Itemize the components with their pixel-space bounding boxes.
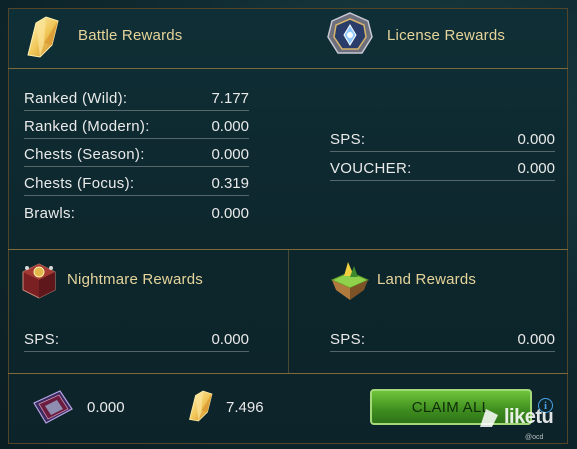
battle-row-chests-focus: Chests (Focus): 0.319 (24, 170, 249, 196)
row-label: SPS: (330, 131, 366, 148)
row-label: Brawls: (24, 204, 76, 222)
voucher-card-icon (33, 390, 73, 424)
row-label: Chests (Focus): (24, 175, 135, 192)
footer-divider (8, 373, 568, 374)
battle-rewards-title: Battle Rewards (78, 27, 183, 44)
row-label: Chests (Season): (24, 146, 145, 163)
battle-row-ranked-modern: Ranked (Modern): 0.000 (24, 113, 249, 139)
row-label: SPS: (24, 331, 60, 348)
rewards-panel (8, 8, 568, 444)
liketu-logo-icon (480, 408, 498, 427)
sps-crystal-icon (27, 16, 59, 58)
row-value: 0.000 (211, 146, 249, 163)
land-rewards-title: Land Rewards (377, 271, 477, 288)
sps-total: 7.496 (226, 399, 264, 416)
land-row-sps: SPS: 0.000 (330, 326, 555, 352)
liketu-watermark: liketu (478, 406, 554, 429)
license-row-voucher: VOUCHER: 0.000 (330, 155, 555, 181)
row-value: 0.000 (211, 331, 249, 348)
row-label: Ranked (Modern): (24, 118, 150, 135)
nightmare-rewards-title: Nightmare Rewards (67, 271, 203, 288)
row-label: VOUCHER: (330, 160, 412, 177)
row-value: 0.319 (211, 175, 249, 192)
battle-row-ranked-wild: Ranked (Wild): 7.177 (24, 85, 249, 111)
voucher-total: 0.000 (87, 399, 125, 416)
license-rewards-title: License Rewards (387, 27, 506, 44)
watermark-text: liketu (504, 406, 554, 428)
battle-row-chests-season: Chests (Season): 0.000 (24, 141, 249, 167)
nightmare-row-sps: SPS: 0.000 (24, 326, 249, 352)
row-value: 0.000 (517, 131, 555, 148)
sps-crystal-icon (189, 390, 213, 422)
row-value: 0.000 (211, 118, 249, 135)
nightmare-chest-icon (22, 263, 56, 299)
license-emblem-icon (327, 12, 373, 54)
lower-column-divider (288, 249, 289, 373)
battle-row-brawls: Brawls: 0.000 (24, 199, 249, 225)
land-island-icon (330, 262, 370, 300)
row-value: 0.000 (211, 204, 249, 222)
row-value: 7.177 (211, 90, 249, 107)
row-value: 0.000 (517, 331, 555, 348)
license-row-sps: SPS: 0.000 (330, 126, 555, 152)
header-divider (8, 68, 568, 69)
row-label: SPS: (330, 331, 366, 348)
watermark-subtext: @ocd (525, 434, 544, 441)
row-value: 0.000 (517, 160, 555, 177)
row-label: Ranked (Wild): (24, 90, 128, 107)
